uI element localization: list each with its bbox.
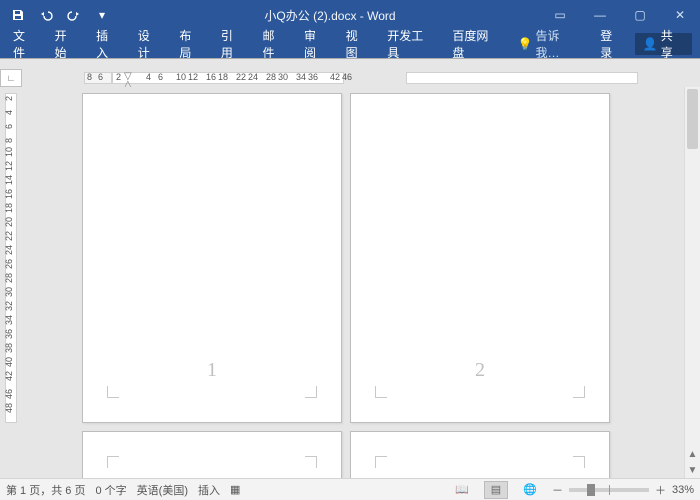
page-1[interactable]: 1	[82, 93, 342, 423]
work-area: 2 4 6 8 10 12 14 16 18 20 22 24 26 28 30…	[0, 87, 700, 478]
zoom-in-button[interactable]: ＋	[655, 482, 666, 498]
margin-mark-icon	[573, 386, 585, 398]
margin-mark-icon	[573, 456, 585, 468]
status-bar: 第 1 页，共 6 页 0 个字 英语(美国) 插入 ▦ 📖 ▤ 🌐 － ＋ 3…	[0, 478, 700, 500]
document-canvas[interactable]: 1 2	[22, 87, 684, 478]
share-label: 共享	[661, 27, 684, 61]
ribbon-tabs: 文件 开始 插入 设计 布局 引用 邮件 审阅 视图 开发工具 百度网盘 💡 告…	[0, 30, 700, 58]
macro-recorder-icon[interactable]: ▦	[230, 483, 240, 496]
scroll-down-icon[interactable]: ▼	[685, 462, 700, 478]
page-indicator[interactable]: 第 1 页，共 6 页	[6, 482, 85, 498]
margin-mark-icon	[375, 456, 387, 468]
vertical-ruler[interactable]: 2 4 6 8 10 12 14 16 18 20 22 24 26 28 30…	[0, 87, 22, 478]
minimize-button[interactable]: —	[580, 0, 620, 30]
ribbon-display-options-button[interactable]: ▭	[540, 0, 580, 30]
zoom-slider-handle[interactable]	[587, 484, 595, 496]
tab-insert[interactable]: 插入	[87, 30, 129, 58]
tab-view[interactable]: 视图	[337, 30, 379, 58]
tell-me-label: 告诉我…	[535, 27, 582, 61]
close-button[interactable]: ✕	[660, 0, 700, 30]
page-number: 1	[83, 359, 341, 382]
zoom-slider[interactable]	[569, 488, 649, 492]
margin-mark-icon	[305, 456, 317, 468]
undo-button[interactable]	[32, 1, 60, 29]
scroll-up-icon[interactable]: ▲	[685, 446, 700, 462]
horizontal-ruler-row: ∟ ▽ △ 8 6 2 4 6 10 12 16 18 22 24 28 30 …	[0, 69, 700, 87]
horizontal-ruler[interactable]: ▽ △ 8 6 2 4 6 10 12 16 18 22 24 28 30 34…	[24, 69, 700, 87]
share-button[interactable]: 👤 共享	[635, 33, 692, 55]
tab-selector[interactable]: ∟	[0, 69, 22, 87]
person-icon: 👤	[643, 37, 658, 51]
margin-mark-icon	[107, 386, 119, 398]
page-4[interactable]	[350, 431, 610, 478]
page-number: 2	[351, 359, 609, 382]
margin-mark-icon	[305, 386, 317, 398]
web-layout-button[interactable]: 🌐	[518, 481, 542, 499]
maximize-button[interactable]: ▢	[620, 0, 660, 30]
title-bar: ▾ 小Q办公 (2).docx - Word ▭ — ▢ ✕	[0, 0, 700, 30]
margin-mark-icon	[107, 456, 119, 468]
zoom-control: － ＋ 33%	[552, 482, 694, 498]
qat-customize-button[interactable]: ▾	[88, 1, 116, 29]
tab-mailings[interactable]: 邮件	[253, 30, 295, 58]
ruler-gap	[0, 59, 700, 69]
sign-in-button[interactable]: 登录	[591, 30, 633, 58]
lightbulb-icon: 💡	[517, 37, 532, 51]
tab-developer[interactable]: 开发工具	[378, 30, 443, 58]
save-button[interactable]	[4, 1, 32, 29]
page-2[interactable]: 2	[350, 93, 610, 423]
insert-mode[interactable]: 插入	[198, 482, 220, 498]
page-grid: 1 2	[82, 93, 610, 478]
zoom-slider-center-tick	[609, 485, 610, 495]
zoom-out-button[interactable]: －	[552, 482, 563, 498]
zoom-percent[interactable]: 33%	[672, 484, 694, 496]
read-mode-button[interactable]: 📖	[450, 481, 474, 499]
print-layout-button[interactable]: ▤	[484, 481, 508, 499]
language-indicator[interactable]: 英语(美国)	[137, 482, 188, 498]
tab-home[interactable]: 开始	[46, 30, 88, 58]
tab-file[interactable]: 文件	[4, 30, 46, 58]
tab-design[interactable]: 设计	[129, 30, 171, 58]
scrollbar-thumb[interactable]	[687, 89, 698, 149]
tab-layout[interactable]: 布局	[170, 30, 212, 58]
vertical-scrollbar[interactable]: ▲ ▼	[684, 87, 700, 478]
tab-review[interactable]: 审阅	[295, 30, 337, 58]
margin-mark-icon	[375, 386, 387, 398]
tab-baidu-netdisk[interactable]: 百度网盘	[443, 30, 508, 58]
tab-references[interactable]: 引用	[212, 30, 254, 58]
quick-access-toolbar: ▾	[0, 1, 120, 29]
window-title: 小Q办公 (2).docx - Word	[120, 7, 540, 24]
window-controls: ▭ — ▢ ✕	[540, 0, 700, 30]
word-count[interactable]: 0 个字	[95, 482, 126, 498]
redo-button[interactable]	[60, 1, 88, 29]
tell-me-search[interactable]: 💡 告诉我…	[508, 30, 591, 58]
page-3[interactable]	[82, 431, 342, 478]
